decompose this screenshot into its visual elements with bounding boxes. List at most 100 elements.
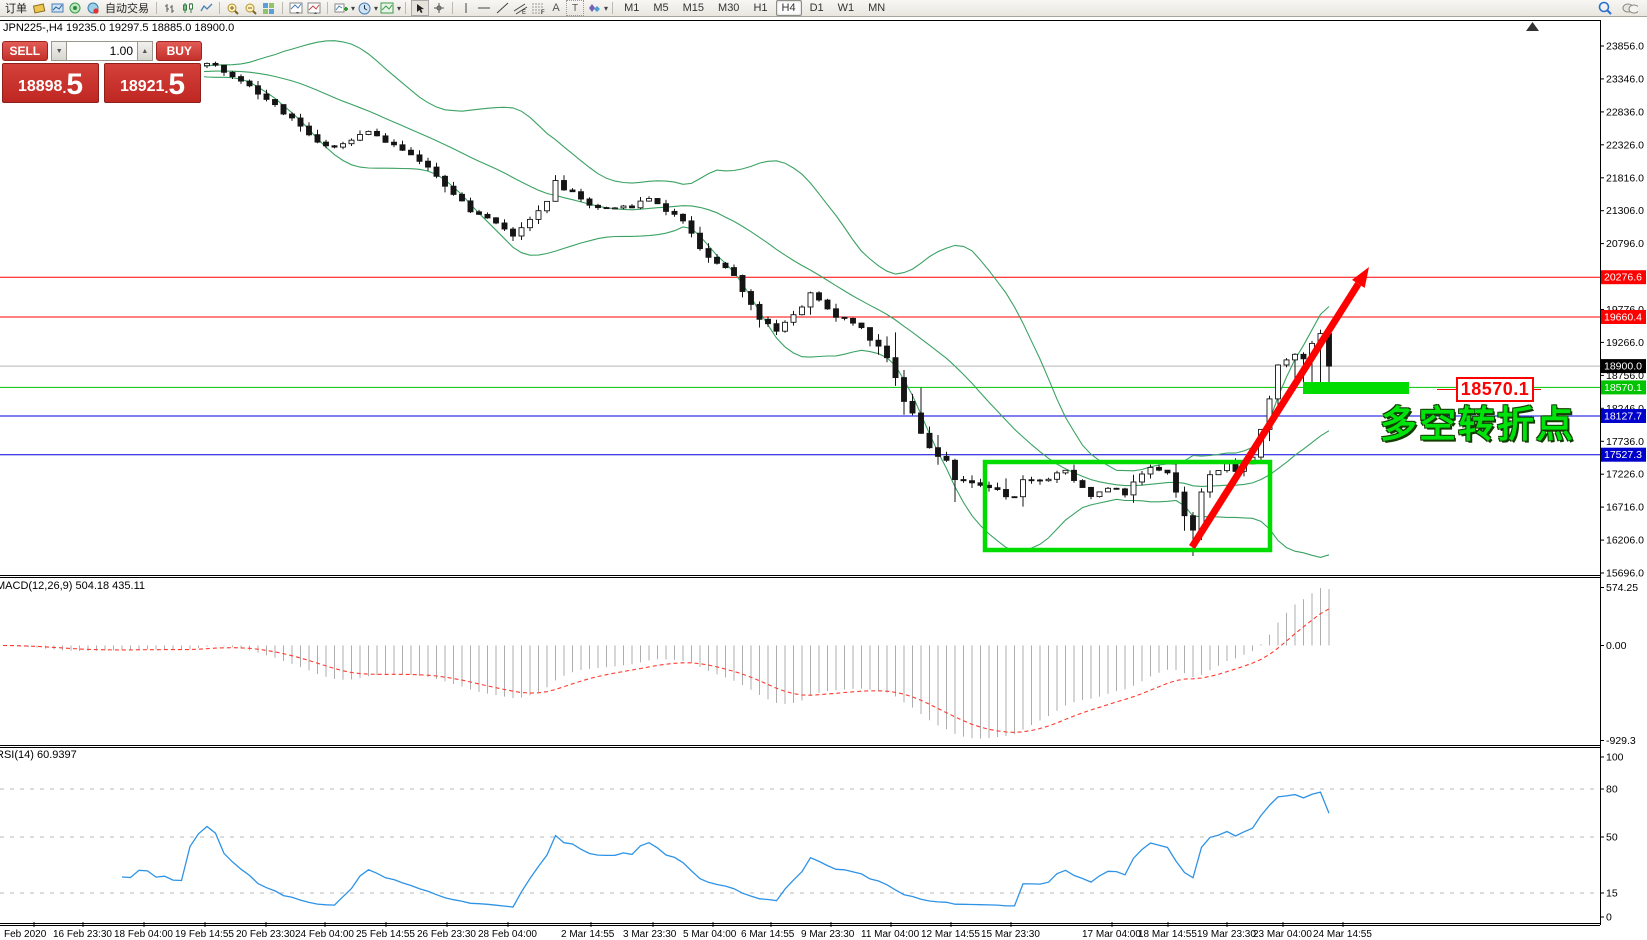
macd-plot [3,588,1329,738]
tab-timeframe-M1[interactable]: M1 [618,0,645,16]
macd-tick-label: -929.3 [1606,735,1636,747]
macd-tick-label: 574.25 [1606,582,1638,594]
trend-arrow-drawing[interactable] [1192,284,1358,547]
timeframe-group: M1M5M15M30H1H4D1W1MN [617,0,892,16]
horizontal-line-icon[interactable] [476,1,492,15]
price-axis: 23856.023346.022836.022326.021816.021306… [4,41,1646,940]
tab-timeframe-W1[interactable]: W1 [832,0,861,16]
time-tick-label: Feb 2020 [4,929,47,940]
time-tick-label: 25 Feb 14:55 [356,929,415,940]
chart-window-icon[interactable] [49,1,65,15]
bb-middle [165,71,1330,487]
time-tick-label: 20 Feb 23:30 [236,929,295,940]
tab-timeframe-H4[interactable]: H4 [776,0,802,16]
tab-timeframe-H1[interactable]: H1 [747,0,773,16]
channel-icon[interactable]: E [512,1,528,15]
time-tick-label: 18 Mar 14:55 [1138,929,1197,940]
svg-text:F: F [541,10,545,15]
candlestick-chart-icon[interactable] [180,1,196,15]
buy-price-main: 18921 [120,74,165,100]
add-indicator-icon[interactable] [333,1,349,15]
volume-decrease-button[interactable]: ▼ [51,41,67,61]
bb-upper [165,41,1330,471]
time-tick-label: 3 Mar 23:30 [623,929,677,940]
volume-increase-button[interactable]: ▲ [137,41,153,61]
buy-button[interactable]: BUY [156,41,202,61]
support-bar-drawing[interactable] [1303,382,1409,394]
label-tool-icon[interactable]: T [566,0,584,16]
buy-price-frac: 5 [168,70,185,100]
price-tick-label: 21306.0 [1606,205,1644,217]
tab-timeframe-M15[interactable]: M15 [677,0,710,16]
line-chart-icon[interactable] [198,1,214,15]
time-tick-label: 11 Mar 04:00 [861,929,920,940]
rsi-tick-label: 80 [1606,784,1618,796]
rsi-indicator-label: RSI(14) 60.9397 [0,749,77,761]
chat-icon[interactable] [1622,1,1638,15]
time-tick-label: 18 Feb 04:00 [114,929,173,940]
period-clock-icon[interactable] [356,1,372,15]
cursor-icon[interactable] [411,0,429,16]
text-tool-icon[interactable]: A [548,1,564,15]
tab-timeframe-M5[interactable]: M5 [647,0,674,16]
time-tick-label: 9 Mar 23:30 [801,929,855,940]
toolbar-right-group [1596,1,1639,15]
time-tick-label: 26 Feb 23:30 [417,929,476,940]
new-order-icon[interactable] [31,1,47,15]
toolbar-separator [452,2,453,14]
time-tick-label: 2 Mar 14:55 [561,929,615,940]
indicator-list-icon[interactable] [306,1,322,15]
time-tick-label: 6 Mar 14:55 [741,929,795,940]
indicator-window-icon[interactable] [288,1,304,15]
chart-canvas[interactable]: 23856.023346.022836.022326.021816.021306… [0,0,1647,940]
market-watch-icon[interactable] [85,1,101,15]
sell-button[interactable]: SELL [2,41,48,61]
price-tick-label: 15696.0 [1606,568,1644,580]
bar-chart-icon[interactable] [162,1,178,15]
crosshair-icon[interactable] [431,1,447,15]
price-badge-label: 18570.1 [1604,382,1642,394]
time-tick-label: 24 Feb 04:00 [295,929,354,940]
tab-timeframe-M30[interactable]: M30 [712,0,745,16]
tab-timeframe-D1[interactable]: D1 [804,0,830,16]
autotrading-button[interactable]: 自动交易 [105,0,149,16]
volume-input[interactable] [67,41,137,61]
chevron-down-icon[interactable]: ▾ [374,4,378,13]
price-tick-label: 23346.0 [1606,73,1644,85]
price-badge-label: 18900.0 [1604,361,1642,373]
chevron-down-icon[interactable]: ▾ [397,4,401,13]
zoom-out-icon[interactable] [243,1,259,15]
trendline-icon[interactable] [494,1,510,15]
time-tick-label: 17 Mar 04:00 [1082,929,1141,940]
rsi-tick-label: 15 [1606,888,1618,900]
price-tick-label: 23856.0 [1606,41,1644,53]
vertical-line-icon[interactable] [458,1,474,15]
sell-price-frac: 5 [66,70,83,100]
search-icon[interactable] [1597,1,1613,15]
new-order-button[interactable]: 订单 [5,0,27,16]
chevron-down-icon[interactable]: ▾ [351,4,355,13]
rsi-line [122,792,1329,907]
bollinger-bands [165,41,1330,558]
shapes-icon[interactable] [586,1,602,15]
rsi-tick-label: 50 [1606,832,1618,844]
tab-timeframe-MN[interactable]: MN [862,0,891,16]
sell-price-quote[interactable]: 18898.5 [2,63,99,103]
zoom-in-icon[interactable] [225,1,241,15]
price-badge-label: 20276.6 [1604,272,1642,284]
template-icon[interactable] [379,1,395,15]
buy-price-quote[interactable]: 18921.5 [104,63,201,103]
chevron-down-icon[interactable]: ▾ [604,4,608,13]
fibonacci-icon[interactable]: F [530,1,546,15]
range-box-drawing[interactable] [985,462,1270,550]
candles [1,59,1332,556]
price-tick-label: 22836.0 [1606,106,1644,118]
turning-point-annotation[interactable]: 多空转折点 [1380,394,1575,448]
rsi-plot [0,789,1600,907]
macd-indicator-label: MACD(12,26,9) 504.18 435.11 [0,580,145,592]
time-tick-label: 16 Feb 23:30 [53,929,112,940]
tile-windows-icon[interactable] [261,1,277,15]
signal-icon[interactable] [67,1,83,15]
hlines [0,277,1600,455]
svg-text:E: E [522,10,526,15]
